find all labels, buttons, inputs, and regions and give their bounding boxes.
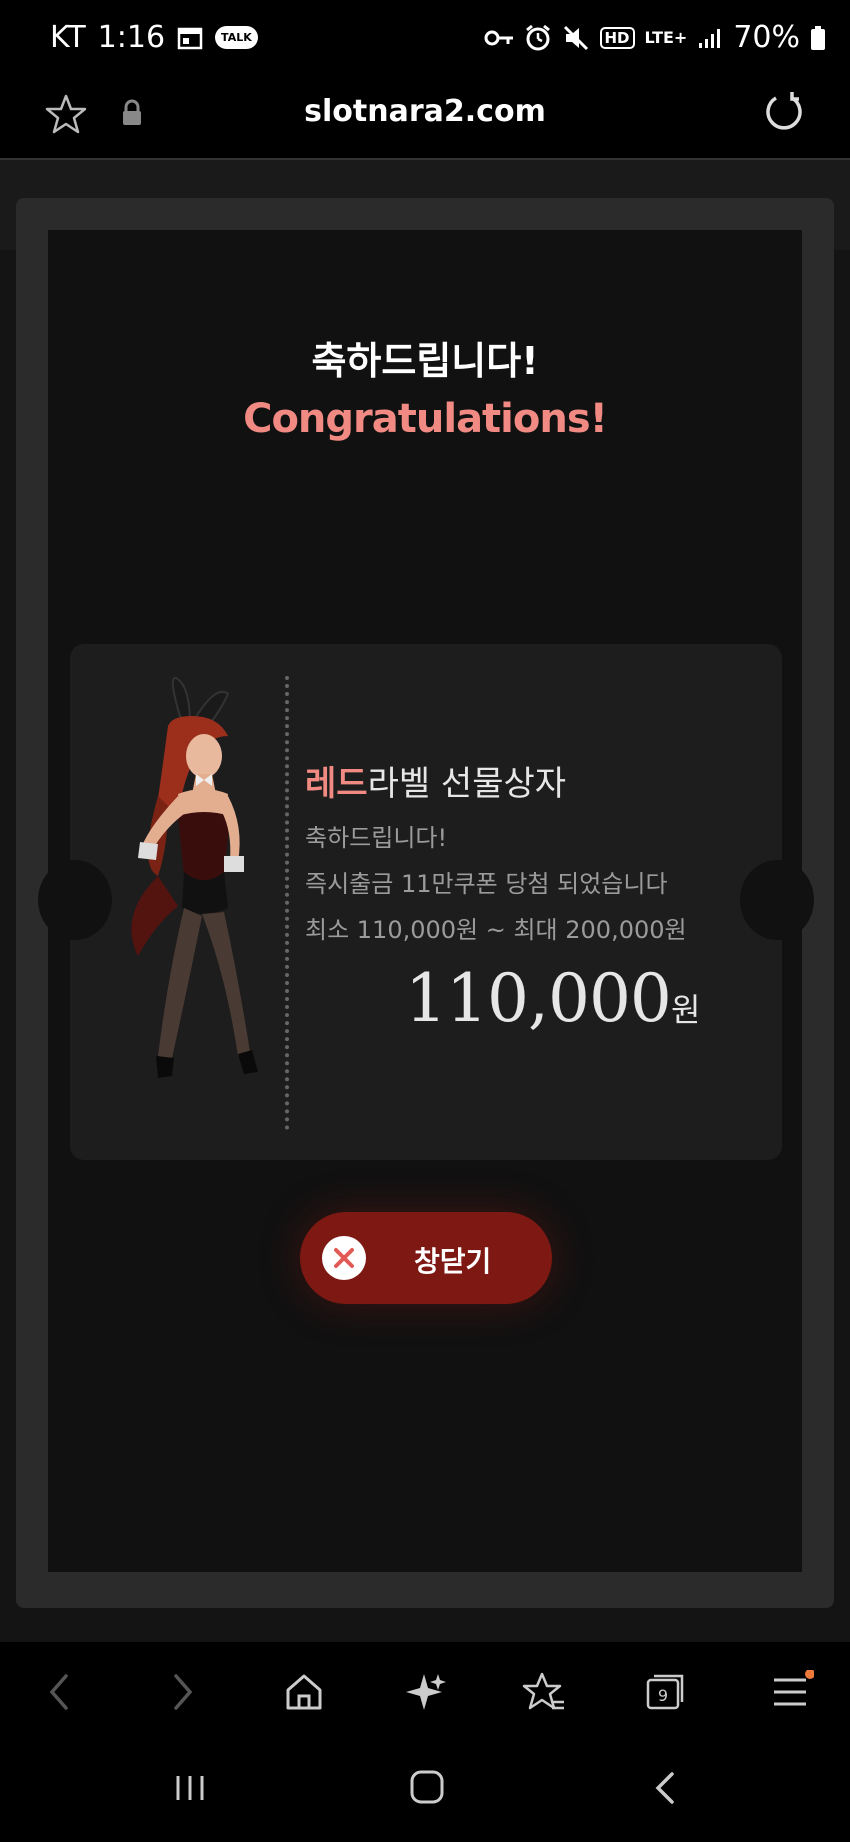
prize-title-highlight: 레드 [305, 764, 368, 804]
key-icon [484, 28, 514, 48]
hd-voice-icon: HD [599, 26, 635, 49]
forward-arrow-icon[interactable] [168, 1670, 198, 1718]
browser-toolbar: 9 [0, 1642, 850, 1744]
modal-title-korean: 축하드립니다! [311, 339, 539, 383]
close-button-label: 창닫기 [414, 1245, 492, 1278]
reload-icon[interactable] [762, 90, 806, 138]
prize-title-rest: 라벨 선물상자 [367, 764, 567, 804]
system-nav-bar [0, 1744, 850, 1842]
sparkle-icon[interactable] [402, 1670, 446, 1718]
menu-icon[interactable] [770, 1669, 815, 1718]
battery-percent: 70% [733, 20, 800, 55]
alarm-icon [524, 24, 552, 52]
ticket-notch-right [740, 860, 814, 940]
recent-apps-icon[interactable] [172, 1766, 212, 1814]
prize-amount-value: 110,000 [405, 960, 672, 1037]
url-text[interactable]: slotnara2.com [0, 94, 850, 129]
mute-icon [562, 24, 590, 52]
battery-icon [810, 25, 826, 51]
prize-coupon-line: 즉시출금 11만쿠폰 당첨 되었습니다 [305, 870, 668, 898]
network-type-label: LTE+ [644, 27, 688, 47]
close-window-button[interactable]: 창닫기 [300, 1212, 552, 1304]
system-back-icon[interactable] [650, 1766, 680, 1814]
back-arrow-icon[interactable] [44, 1670, 74, 1718]
prize-congrats-line: 축하드립니다! [305, 824, 448, 852]
modal-title-english: Congratulations! [243, 396, 608, 442]
kakaotalk-icon: TALK [215, 26, 258, 49]
tabs-icon[interactable]: 9 [644, 1670, 688, 1718]
status-bar: KT 1:16 TALK HD LTE+ 70% [0, 0, 850, 80]
tabs-count: 9 [658, 1686, 668, 1705]
calendar-icon [177, 26, 203, 50]
carrier-label: KT [50, 20, 86, 55]
status-left: KT 1:16 TALK [50, 20, 258, 55]
bunny-girl-illustration [98, 676, 298, 1130]
time-label: 1:16 [97, 20, 166, 55]
prize-amount-unit: 원 [670, 991, 700, 1029]
prize-amount: 110,000원 [405, 960, 700, 1037]
url-bar: slotnara2.com [0, 80, 850, 158]
close-x-icon [322, 1236, 366, 1280]
signal-icon [697, 27, 723, 49]
prize-title: 레드라벨 선물상자 [305, 756, 566, 805]
status-right: HD LTE+ 70% [484, 20, 827, 55]
bookmarks-star-icon[interactable] [522, 1670, 566, 1718]
home-button-icon[interactable] [406, 1766, 450, 1814]
home-icon[interactable] [282, 1670, 326, 1718]
prize-range-line: 최소 110,000원 ~ 최대 200,000원 [305, 916, 687, 944]
